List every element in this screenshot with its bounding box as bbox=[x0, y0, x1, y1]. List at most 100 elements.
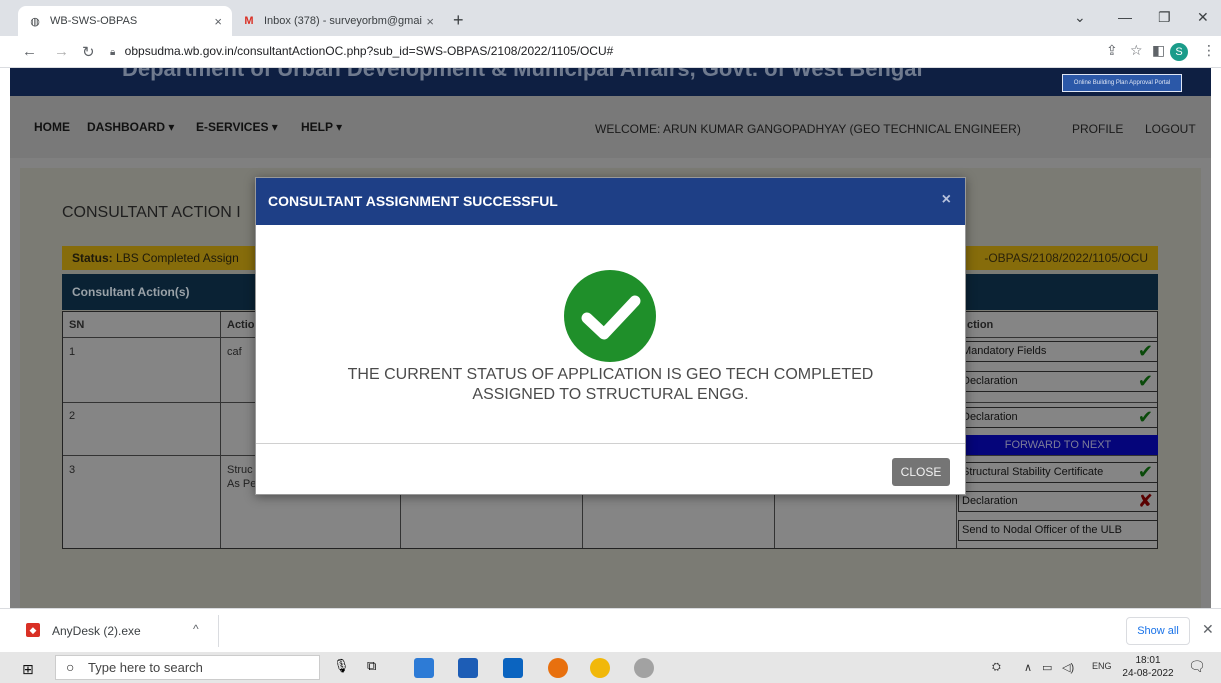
microphone-icon[interactable]: 🎙︎ bbox=[333, 658, 353, 678]
person-icon[interactable]: ⛭ bbox=[992, 661, 1001, 674]
mandatory-fields-item[interactable]: Mandatory Fields ✔ bbox=[958, 341, 1158, 362]
tab-label: WB-SWS-OBPAS bbox=[50, 15, 138, 27]
status-message-line2: ASSIGNED TO STRUCTURAL ENGG. bbox=[472, 386, 749, 403]
download-bar: ◆ AnyDesk (2).exe ^ Show all ✕ bbox=[0, 608, 1221, 652]
declaration-item-2[interactable]: Declaration ✔ bbox=[958, 407, 1158, 428]
share-icon[interactable]: ⇪ bbox=[1106, 42, 1118, 59]
menu-dots-icon[interactable]: ⋮ bbox=[1202, 42, 1216, 59]
taskbar-search-placeholder: Type here to search bbox=[88, 660, 203, 675]
browser-tab-strip: ◍ WB-SWS-OBPAS × M Inbox (378) - surveyo… bbox=[0, 0, 1221, 36]
chevron-up-icon[interactable]: ^ bbox=[193, 622, 199, 636]
section-title: CONSULTANT ACTION I bbox=[62, 204, 241, 221]
row-3-sn: 3 bbox=[69, 464, 76, 476]
stability-certificate-label: Structural Stability Certificate bbox=[962, 466, 1104, 478]
nav-dashboard[interactable]: DASHBOARD ▾ bbox=[87, 120, 174, 134]
site-header: Department of Urban Development & Munici… bbox=[10, 68, 1211, 96]
app-icon[interactable] bbox=[634, 658, 654, 678]
declaration-label: Declaration bbox=[962, 411, 1018, 423]
site-title: Department of Urban Development & Munici… bbox=[122, 68, 923, 81]
nav-profile[interactable]: PROFILE bbox=[1072, 122, 1123, 136]
stability-certificate-item[interactable]: Structural Stability Certificate ✔ bbox=[958, 462, 1158, 483]
divider bbox=[220, 312, 221, 548]
check-icon: ✔ bbox=[1137, 462, 1153, 482]
col-action-right: ction bbox=[967, 319, 994, 331]
restore-icon[interactable]: ❐ bbox=[1158, 9, 1171, 26]
nav-eservices[interactable]: E-SERVICES ▾ bbox=[196, 120, 278, 134]
url-text: obpsudma.wb.gov.in/consultantActionOC.ph… bbox=[124, 44, 614, 58]
status-message: THE CURRENT STATUS OF APPLICATION IS GEO… bbox=[256, 365, 965, 405]
close-tab-icon[interactable]: × bbox=[214, 14, 222, 29]
application-id: -OBPAS/2108/2022/1105/OCU bbox=[984, 251, 1148, 265]
download-file[interactable]: AnyDesk (2).exe bbox=[52, 624, 141, 638]
declaration-item-3[interactable]: Declaration ✘ bbox=[958, 491, 1158, 512]
check-icon: ✔ bbox=[1137, 341, 1153, 361]
row-1-sn: 1 bbox=[69, 346, 76, 358]
search-icon: ○ bbox=[66, 659, 75, 675]
declaration-item-1[interactable]: Declaration ✔ bbox=[958, 371, 1158, 392]
modal-body: THE CURRENT STATUS OF APPLICATION IS GEO… bbox=[256, 225, 965, 443]
success-check-icon bbox=[564, 270, 656, 362]
forward-to-next-button[interactable]: FORWARD TO NEXT bbox=[958, 435, 1158, 455]
reload-icon[interactable]: ↻ bbox=[82, 43, 95, 61]
volume-icon[interactable]: ◁) bbox=[1062, 661, 1074, 674]
check-icon: ✔ bbox=[1137, 371, 1153, 391]
network-icon[interactable]: ▭ bbox=[1042, 661, 1052, 674]
mandatory-fields-label: Mandatory Fields bbox=[962, 345, 1047, 357]
file-explorer-icon[interactable] bbox=[414, 658, 434, 678]
close-tab-icon[interactable]: × bbox=[426, 14, 434, 29]
tab-search-icon[interactable]: ⌄ bbox=[1074, 9, 1086, 26]
portal-badge: Online Building Plan Approval Portal bbox=[1062, 74, 1182, 92]
check-icon: ✔ bbox=[1137, 407, 1153, 427]
lock-icon: 🔒︎ bbox=[110, 47, 116, 58]
nav-logout[interactable]: LOGOUT bbox=[1145, 122, 1196, 136]
windows-taskbar: ⊞ ○ Type here to search 🎙︎ ⧉ ⛭ ∧ ▭ ◁) EN… bbox=[0, 652, 1221, 683]
row-2-sn: 2 bbox=[69, 410, 76, 422]
bookmark-star-icon[interactable]: ☆ bbox=[1130, 42, 1143, 59]
windows-start-icon[interactable]: ⊞ bbox=[22, 661, 34, 678]
chrome-icon[interactable] bbox=[590, 658, 610, 678]
nav-help[interactable]: HELP ▾ bbox=[301, 120, 342, 134]
clock-date: 24-08-2022 bbox=[1122, 668, 1174, 679]
tray-chevron-icon[interactable]: ∧ bbox=[1024, 661, 1032, 674]
tab-label: Inbox (378) - surveyorbm@gmai bbox=[264, 15, 422, 27]
url-field[interactable]: 🔒︎ obpsudma.wb.gov.in/consultantActionOC… bbox=[110, 44, 613, 58]
new-tab-icon[interactable]: + bbox=[453, 10, 464, 31]
send-to-nodal-officer-item[interactable]: Send to Nodal Officer of the ULB bbox=[958, 520, 1158, 541]
nav-home[interactable]: HOME bbox=[34, 120, 70, 134]
close-window-icon[interactable]: ✕ bbox=[1197, 9, 1209, 26]
mail-icon[interactable] bbox=[503, 658, 523, 678]
back-icon[interactable]: ← bbox=[22, 43, 37, 60]
row-1-action: caf bbox=[227, 346, 242, 358]
success-modal: CONSULTANT ASSIGNMENT SUCCESSFUL × THE C… bbox=[255, 177, 966, 495]
globe-icon: ◍ bbox=[30, 15, 40, 28]
taskbar-search[interactable]: ○ Type here to search bbox=[55, 655, 320, 680]
modal-title: CONSULTANT ASSIGNMENT SUCCESSFUL bbox=[268, 193, 558, 209]
profile-avatar[interactable]: S bbox=[1170, 43, 1188, 61]
modal-header: CONSULTANT ASSIGNMENT SUCCESSFUL × bbox=[256, 178, 965, 225]
declaration-label: Declaration bbox=[962, 375, 1018, 387]
clock[interactable]: 18:01 24-08-2022 bbox=[1122, 654, 1174, 680]
minimize-icon[interactable]: — bbox=[1118, 9, 1132, 25]
forward-icon[interactable]: → bbox=[54, 43, 69, 60]
screen: ◍ WB-SWS-OBPAS × M Inbox (378) - surveyo… bbox=[0, 0, 1221, 683]
row-3-action-line2: As Pe bbox=[227, 478, 257, 490]
notifications-icon[interactable]: 🗨︎ bbox=[1188, 658, 1206, 675]
tab-inbox[interactable]: M Inbox (378) - surveyorbm@gmai × bbox=[232, 6, 444, 36]
gmail-icon: M bbox=[244, 15, 254, 27]
firefox-icon[interactable] bbox=[548, 658, 568, 678]
side-panel-icon[interactable]: ◧ bbox=[1152, 42, 1165, 59]
task-view-icon[interactable]: ⧉ bbox=[367, 658, 387, 678]
main-nav: HOME DASHBOARD ▾ E-SERVICES ▾ HELP ▾ WEL… bbox=[10, 96, 1211, 158]
language-indicator[interactable]: ENG bbox=[1092, 661, 1112, 671]
status-message-line1: THE CURRENT STATUS OF APPLICATION IS GEO… bbox=[347, 366, 874, 383]
close-download-bar-icon[interactable]: ✕ bbox=[1202, 621, 1214, 638]
close-button[interactable]: CLOSE bbox=[892, 458, 950, 486]
show-all-button[interactable]: Show all bbox=[1126, 617, 1190, 645]
tab-wb-sws-obpas[interactable]: ◍ WB-SWS-OBPAS × bbox=[18, 6, 232, 36]
address-bar: ← → ↻ 🔒︎ obpsudma.wb.gov.in/consultantAc… bbox=[0, 36, 1221, 68]
store-icon[interactable] bbox=[458, 658, 478, 678]
divider bbox=[400, 490, 401, 548]
status-label: Status: bbox=[72, 251, 113, 265]
col-sn: SN bbox=[69, 319, 85, 331]
modal-close-icon[interactable]: × bbox=[942, 191, 951, 209]
